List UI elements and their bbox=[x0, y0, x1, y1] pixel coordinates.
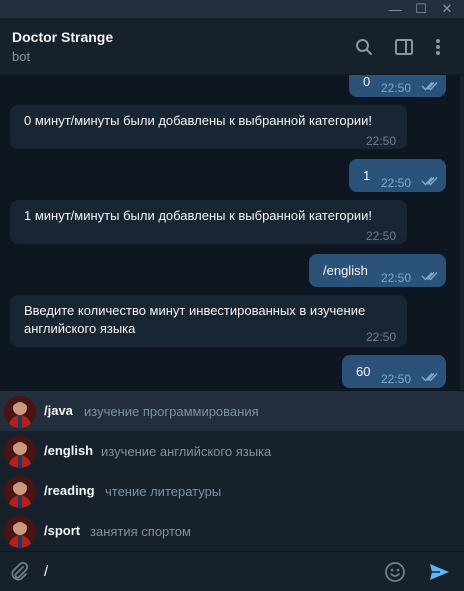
message-composer: / bbox=[0, 551, 464, 591]
message-time: 22:50 bbox=[381, 372, 412, 386]
message-text: 0 bbox=[363, 75, 371, 89]
minimize-button[interactable]: — bbox=[382, 1, 408, 17]
sidebar-toggle-icon[interactable] bbox=[393, 36, 415, 58]
bot-avatar bbox=[4, 516, 36, 548]
search-icon[interactable] bbox=[353, 36, 375, 58]
suggestion-command: /english bbox=[44, 443, 94, 458]
suggestion-english[interactable]: /english изучение английского языка bbox=[0, 431, 464, 471]
maximize-button[interactable]: ☐ bbox=[408, 1, 434, 17]
suggestion-command: /sport bbox=[44, 523, 81, 538]
window-controls: — ☐ ✕ bbox=[382, 1, 460, 17]
message-outgoing[interactable]: 1 22:50 bbox=[349, 159, 446, 192]
suggestion-command: /reading bbox=[44, 483, 95, 498]
message-list[interactable]: 0 22:50 0 минут/минуты были добавлены к … bbox=[0, 75, 464, 390]
command-suggestions: /java изучение программирования /english… bbox=[0, 391, 464, 551]
read-checkmarks-icon bbox=[421, 82, 438, 91]
message-text-line2: английского языка bbox=[24, 321, 136, 336]
message-input[interactable]: / bbox=[44, 563, 48, 580]
bot-avatar bbox=[4, 396, 36, 428]
message-outgoing[interactable]: /english 22:50 bbox=[309, 254, 446, 287]
message-text: 1 минут/минуты были добавлены к выбранно… bbox=[24, 208, 372, 223]
message-incoming[interactable]: 1 минут/минуты были добавлены к выбранно… bbox=[10, 200, 407, 244]
read-checkmarks-icon bbox=[421, 177, 438, 186]
chat-status: bot bbox=[12, 49, 31, 64]
chat-title: Doctor Strange bbox=[12, 29, 114, 45]
message-outgoing[interactable]: 0 22:50 bbox=[349, 75, 446, 97]
suggestion-java[interactable]: /java изучение программирования bbox=[0, 391, 464, 431]
close-button[interactable]: ✕ bbox=[434, 1, 460, 17]
suggestion-description: изучение программирования bbox=[84, 404, 259, 419]
message-time: 22:50 bbox=[381, 176, 412, 190]
bot-avatar bbox=[4, 436, 36, 468]
more-menu-icon[interactable] bbox=[427, 36, 449, 58]
message-incoming[interactable]: Введите количество минут инвестированных… bbox=[10, 295, 407, 347]
window-titlebar: — ☐ ✕ bbox=[0, 0, 464, 18]
message-time: 22:50 bbox=[366, 330, 397, 344]
message-text: 60 bbox=[356, 364, 371, 379]
message-text: 0 минут/минуты были добавлены к выбранно… bbox=[24, 113, 372, 128]
suggestion-reading[interactable]: /reading чтение литературы bbox=[0, 471, 464, 511]
message-time: 22:50 bbox=[381, 81, 412, 95]
send-icon[interactable] bbox=[428, 561, 450, 583]
message-text-line1: Введите количество минут инвестированных… bbox=[24, 303, 366, 318]
bot-avatar bbox=[4, 476, 36, 508]
message-time: 22:50 bbox=[366, 134, 397, 148]
message-outgoing[interactable]: 60 22:50 bbox=[342, 355, 446, 388]
emoji-icon[interactable] bbox=[384, 561, 406, 583]
message-text: 1 bbox=[363, 168, 371, 183]
message-time: 22:50 bbox=[381, 271, 412, 285]
read-checkmarks-icon bbox=[421, 272, 438, 281]
message-scrollbar[interactable] bbox=[460, 75, 464, 390]
message-time: 22:50 bbox=[366, 229, 397, 243]
read-checkmarks-icon bbox=[421, 373, 438, 382]
message-incoming[interactable]: 0 минут/минуты были добавлены к выбранно… bbox=[10, 105, 407, 149]
suggestion-command: /java bbox=[44, 403, 73, 418]
message-text: /english bbox=[323, 263, 368, 278]
suggestion-sport[interactable]: /sport занятия спортом bbox=[0, 511, 464, 551]
suggestion-description: чтение литературы bbox=[105, 484, 222, 499]
chat-header[interactable]: Doctor Strange bot bbox=[0, 18, 464, 75]
paperclip-icon[interactable] bbox=[8, 561, 30, 583]
suggestion-description: изучение английского языка bbox=[101, 444, 272, 459]
suggestion-description: занятия спортом bbox=[90, 524, 191, 539]
